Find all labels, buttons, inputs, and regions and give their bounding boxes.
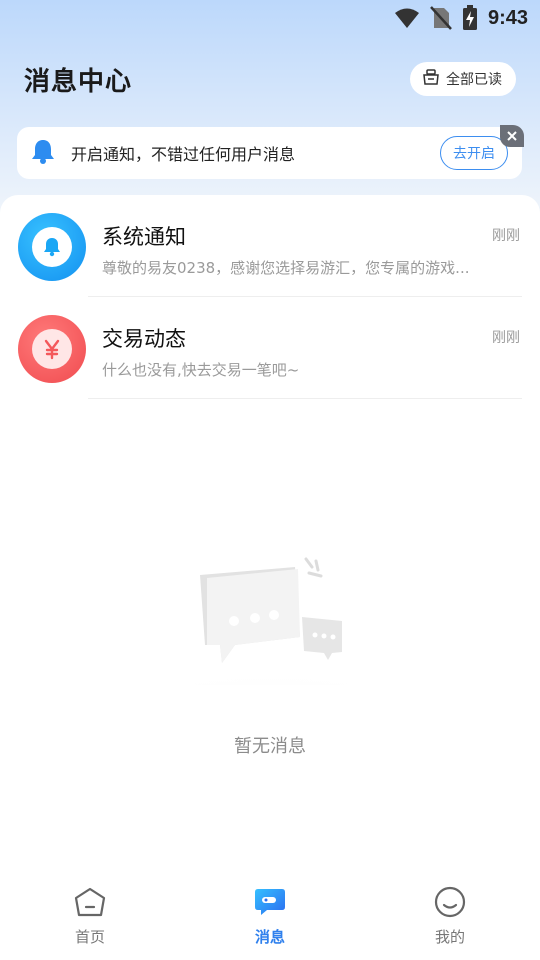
list-item-trade-activity[interactable]: 交易动态 刚刚 什么也没有,快去交易一笔吧~: [0, 297, 540, 399]
message-icon: [253, 886, 287, 922]
item-time: 刚刚: [492, 228, 520, 244]
list-item-system-notice[interactable]: 系统通知 刚刚 尊敬的易友0238，感谢您选择易游汇，您专属的游戏...: [0, 195, 540, 297]
empty-state-illustration: [110, 545, 430, 730]
yuan-icon: [32, 329, 72, 369]
tab-home[interactable]: 首页: [0, 874, 180, 960]
item-time: 刚刚: [492, 330, 520, 346]
close-icon: [506, 127, 518, 146]
tab-label: 我的: [434, 928, 465, 946]
read-all-button[interactable]: 全部已读: [410, 62, 516, 96]
page-title: 消息中心: [24, 61, 132, 98]
item-preview: 尊敬的易友0238，感谢您选择易游汇，您专属的游戏...: [102, 259, 470, 277]
battery-charging-icon: [462, 5, 478, 31]
no-sim-icon: [430, 6, 452, 30]
status-bar: 9:43: [0, 0, 540, 36]
bell-icon: [32, 227, 72, 267]
close-banner-button[interactable]: [500, 125, 524, 147]
page-header: 消息中心 全部已读: [24, 58, 516, 100]
item-title: 系统通知: [102, 225, 186, 249]
bell-icon: [29, 137, 57, 169]
home-icon: [73, 886, 107, 922]
trade-activity-avatar: [18, 315, 86, 383]
notification-text: 开启通知，不错过任何用户消息: [71, 145, 296, 164]
item-title: 交易动态: [102, 327, 186, 351]
tab-label: 消息: [254, 928, 285, 946]
divider: [88, 398, 522, 399]
notification-banner: 开启通知，不错过任何用户消息 去开启: [17, 125, 524, 179]
page-title-text: 消息中心: [24, 66, 133, 97]
item-preview: 什么也没有,快去交易一笔吧~: [102, 361, 300, 379]
broom-icon: [422, 69, 440, 89]
status-time: 9:43: [487, 6, 528, 29]
tab-messages[interactable]: 消息: [180, 874, 360, 960]
bottom-tab-bar: 首页 消息 我的: [0, 874, 540, 960]
tab-label: 首页: [74, 928, 105, 946]
read-all-label: 全部已读: [446, 72, 502, 88]
tab-profile[interactable]: 我的: [360, 874, 540, 960]
enable-notifications-button[interactable]: 去开启: [440, 136, 508, 170]
system-notice-avatar: [18, 213, 86, 281]
profile-icon: [433, 886, 467, 922]
empty-state-text: 暂无消息: [234, 736, 306, 757]
wifi-icon: [394, 7, 420, 29]
